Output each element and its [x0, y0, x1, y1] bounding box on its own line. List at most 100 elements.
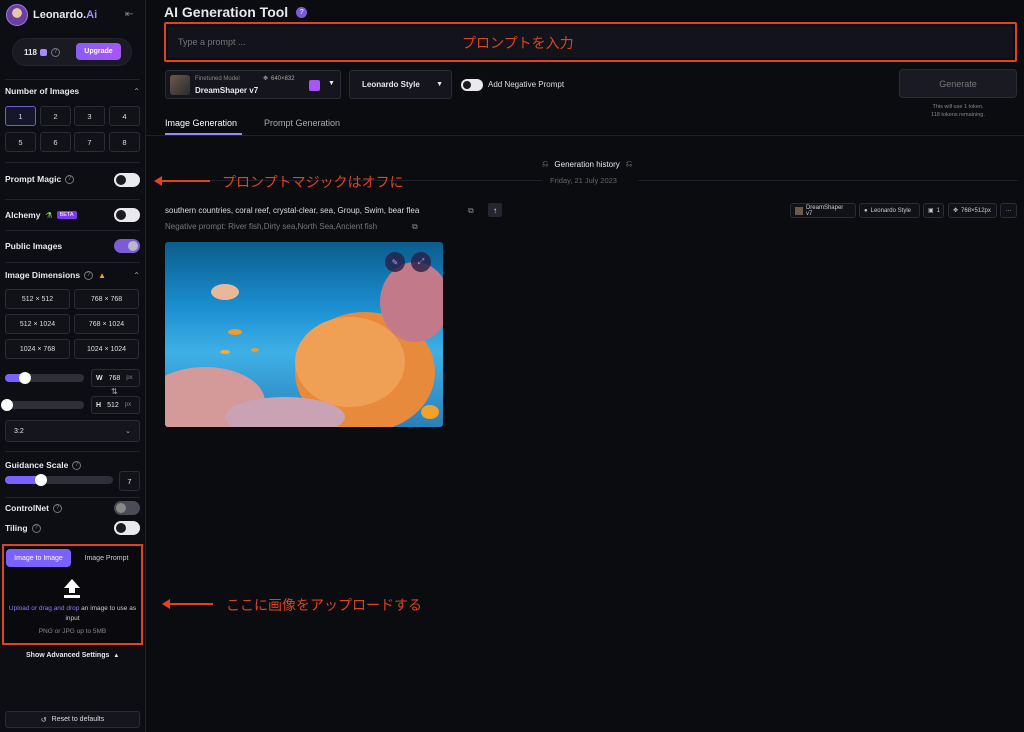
public-images-toggle[interactable] [114, 239, 140, 253]
negative-prompt-toggle[interactable] [461, 79, 483, 91]
warning-icon: ▲ [98, 270, 107, 280]
chip-style[interactable]: ● Leonardo Style [859, 203, 920, 218]
token-icon [39, 48, 47, 56]
model-caption: Finetuned Model [195, 76, 240, 82]
px-unit: px [126, 375, 133, 381]
divider [5, 451, 140, 452]
height-slider[interactable] [1, 399, 84, 411]
collapse-sidebar-icon[interactable]: ⇤ [125, 9, 133, 20]
alchemy-toggle[interactable] [114, 208, 140, 222]
controlnet-label: ControlNet [5, 503, 49, 513]
sidebar: Leonardo. Ai ⇤ 118 ? Upgrade Number of Im… [0, 0, 146, 732]
reset-label: Reset to defaults [51, 716, 105, 723]
chevron-up-icon[interactable]: ⌃ [133, 87, 140, 96]
dim-1024x1024[interactable]: 1024 × 1024 [74, 339, 139, 359]
prompt-magic-label: Prompt Magic [5, 174, 62, 184]
num-option-2[interactable]: 2 [40, 106, 71, 126]
controlnet-toggle[interactable] [114, 501, 140, 515]
date-label: Friday, 21 July 2023 [550, 176, 617, 185]
dim-768x1024[interactable]: 768 × 1024 [74, 314, 139, 334]
help-icon[interactable]: ? [31, 523, 41, 533]
tab-prompt-generation[interactable]: Prompt Generation [264, 118, 340, 128]
chip-size[interactable]: ✥ 768×512px [948, 203, 997, 218]
model-name: DreamShaper v7 [195, 86, 259, 95]
chevron-up-icon[interactable]: ⌃ [133, 271, 140, 280]
num-option-3[interactable]: 3 [74, 106, 105, 126]
model-badge-icon [309, 80, 320, 91]
tiling-toggle[interactable] [114, 521, 140, 535]
width-slider[interactable] [5, 372, 84, 384]
help-icon[interactable]: ? [296, 6, 308, 18]
prompt-magic-toggle[interactable] [114, 173, 140, 187]
guidance-slider[interactable] [5, 474, 113, 486]
tab-image-to-image[interactable]: Image to Image [6, 549, 71, 567]
history-icon: ⎌ [542, 159, 549, 168]
chevron-down-icon: ⌄ [125, 428, 131, 435]
edit-icon[interactable]: ✎ [385, 252, 405, 272]
alchemy-label: Alchemy [5, 210, 41, 220]
help-icon[interactable]: ? [72, 460, 82, 470]
more-icon: ··· [1005, 207, 1012, 214]
model-chip-icon [795, 206, 803, 215]
aspect-ratio-value: 3:2 [14, 427, 24, 435]
reset-button[interactable]: ↺ Reset to defaults [5, 711, 140, 728]
generated-image[interactable]: ✎ ⤢ [165, 242, 443, 427]
dim-512x512[interactable]: 512 × 512 [5, 289, 70, 309]
expand-icon[interactable]: ⤢ [411, 252, 431, 272]
copy-icon[interactable]: ⧉ [468, 206, 474, 216]
annotation-magic: プロンプトマジックはオフに [222, 175, 404, 191]
chevron-up-icon: ▲ [113, 652, 120, 659]
upgrade-button[interactable]: Upgrade [76, 43, 121, 60]
help-icon[interactable]: ? [84, 270, 94, 280]
help-icon[interactable]: ? [52, 503, 62, 513]
chip-model-label: DreamShaper v7 [805, 204, 844, 217]
chip-count-label: 1 [936, 207, 941, 214]
divider [5, 199, 140, 200]
dim-512x1024[interactable]: 512 × 1024 [5, 314, 70, 334]
upload-link[interactable]: Upload or drag and drop [9, 605, 79, 612]
aspect-ratio-select[interactable]: 3:2 ⌄ [5, 420, 140, 442]
guidance-value[interactable]: 7 [119, 471, 140, 491]
style-selector[interactable]: Leonardo Style ▼ [349, 70, 452, 99]
dim-768x768[interactable]: 768 × 768 [74, 289, 139, 309]
date-divider-right [638, 180, 1018, 181]
tab-image-generation[interactable]: Image Generation [165, 118, 237, 128]
tab-image-prompt[interactable]: Image Prompt [74, 549, 139, 567]
generate-button[interactable]: Generate [899, 69, 1017, 98]
chip-model[interactable]: DreamShaper v7 [790, 203, 856, 218]
model-selector[interactable]: Finetuned Model ✥ 640×832 DreamShaper v7… [165, 70, 341, 99]
swap-icon[interactable]: ⇅ [111, 387, 118, 396]
resize-icon: ✥ [953, 208, 959, 214]
token-count: 118 [24, 47, 37, 57]
prompt-input[interactable] [168, 26, 1013, 58]
reuse-prompt-icon[interactable]: ↑ [488, 203, 502, 217]
help-icon[interactable]: ? [50, 47, 60, 57]
num-option-6[interactable]: 6 [40, 132, 71, 152]
num-option-5[interactable]: 5 [5, 132, 36, 152]
chip-count[interactable]: ▣ 1 [923, 203, 944, 218]
more-options-button[interactable]: ··· [1000, 203, 1017, 218]
copy-icon[interactable]: ⧉ [412, 222, 418, 232]
token-note-line1: This will use 1 token. [932, 104, 984, 110]
divider [5, 162, 140, 163]
num-option-4[interactable]: 4 [109, 106, 140, 126]
annotation-arrow-magic [154, 176, 210, 186]
chip-style-label: Leonardo Style [870, 207, 911, 214]
generation-history[interactable]: ⎌ Generation history ⎌ [542, 159, 632, 169]
help-icon[interactable]: ? [65, 174, 75, 184]
num-option-1[interactable]: 1 [5, 106, 36, 126]
upload-icon[interactable] [61, 577, 83, 599]
upload-instructions[interactable]: Upload or drag and drop an image to use … [8, 604, 137, 624]
beta-badge: BETA [56, 211, 77, 219]
num-option-8[interactable]: 8 [109, 132, 140, 152]
image-icon: ▣ [928, 208, 934, 214]
token-note: This will use 1 token. 118 tokens remain… [899, 103, 1017, 119]
num-images-label: Number of Images [5, 86, 80, 96]
px-unit: px [124, 402, 132, 408]
height-field[interactable]: H 512 px [91, 396, 140, 414]
dim-1024x768[interactable]: 1024 × 768 [5, 339, 70, 359]
caret-down-icon: ▼ [436, 81, 443, 88]
width-field[interactable]: W 768 px [91, 369, 140, 387]
show-advanced-settings[interactable]: Show Advanced Settings ▲ [26, 652, 119, 659]
num-option-7[interactable]: 7 [74, 132, 105, 152]
